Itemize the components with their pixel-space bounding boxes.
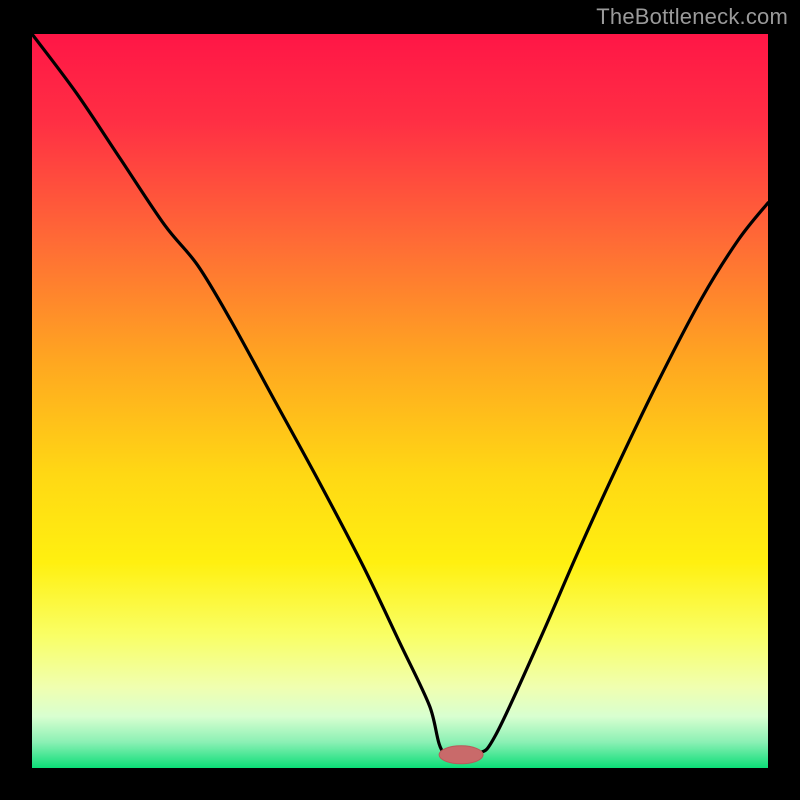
bottleneck-chart — [0, 0, 800, 800]
attribution-text: TheBottleneck.com — [596, 4, 788, 30]
chart-frame: TheBottleneck.com — [0, 0, 800, 800]
plot-background — [32, 34, 768, 768]
optimal-marker — [439, 746, 483, 764]
